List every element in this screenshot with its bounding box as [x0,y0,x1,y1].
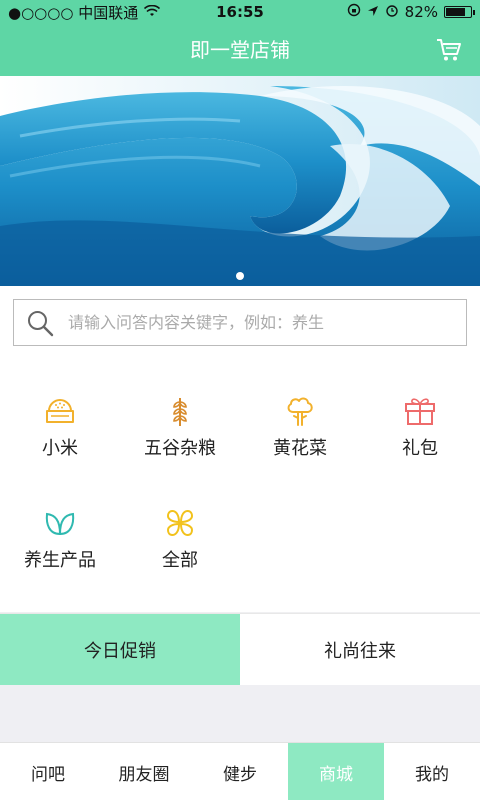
rice-bowl-icon [43,394,77,428]
category-label: 养生产品 [24,550,96,571]
carousel-indicator[interactable] [236,272,244,280]
gift-icon [403,394,437,428]
orientation-lock-icon [347,3,361,21]
category-label: 全部 [162,550,198,571]
bottom-nav-mine[interactable]: 我的 [384,743,480,800]
promo-banner[interactable] [0,76,480,286]
wifi-icon [144,3,161,21]
category-grid: 小米 五谷杂粮 黄花菜 礼包 养生产品 全部 [0,360,480,612]
carrier-label: ●○○○○ 中国联通 [8,3,139,22]
category-label: 礼包 [402,438,438,459]
flower-icon [283,394,317,428]
search-box[interactable] [13,299,467,346]
battery-icon [444,6,475,18]
bottom-nav-qa[interactable]: 问吧 [0,743,96,800]
ocean-wave-image [0,76,480,286]
category-item-daylily[interactable]: 黄花菜 [240,394,360,460]
location-icon [367,3,379,21]
category-item-gift[interactable]: 礼包 [360,394,480,460]
bottom-nav: 问吧 朋友圈 健步 商城 我的 [0,742,480,800]
category-item-health[interactable]: 养生产品 [0,506,120,572]
bottom-nav-walk[interactable]: 健步 [192,743,288,800]
clover-icon [163,506,197,540]
search-input[interactable] [68,302,466,343]
category-item-all[interactable]: 全部 [120,506,240,572]
alarm-icon [385,3,399,21]
nav-bar: 即一堂店铺 [0,24,480,76]
search-icon [26,309,54,337]
tab-content-area [0,685,480,742]
page-title: 即一堂店铺 [190,38,290,62]
cart-icon[interactable] [436,38,462,62]
tab-today-promo[interactable]: 今日促销 [0,614,240,686]
category-item-grains[interactable]: 五谷杂粮 [120,394,240,460]
status-bar: ●○○○○ 中国联通 16:55 82% [0,0,480,24]
bottom-nav-mall[interactable]: 商城 [288,743,384,800]
tab-gifts[interactable]: 礼尚往来 [240,614,480,686]
search-section [0,286,480,360]
category-item-xiaomi[interactable]: 小米 [0,394,120,460]
bottom-nav-moments[interactable]: 朋友圈 [96,743,192,800]
category-label: 五谷杂粮 [144,438,216,459]
category-label: 黄花菜 [273,438,327,459]
category-label: 小米 [42,438,78,459]
battery-percent: 82% [404,3,438,21]
wheat-icon [163,394,197,428]
promo-tabs: 今日促销 礼尚往来 [0,613,480,686]
leaf-icon [43,506,77,540]
